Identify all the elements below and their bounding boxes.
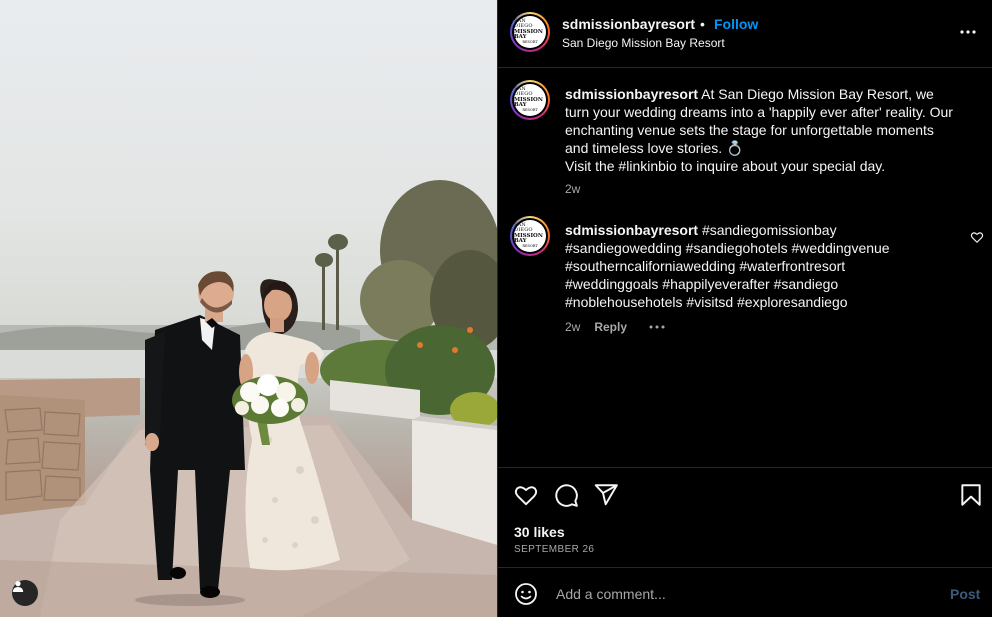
comment-meta: 2w Reply: [565, 320, 665, 334]
post-header: SAN DIEGO MISSION BAY RESORT sdmissionba…: [498, 0, 992, 68]
comment-text: sdmissionbayresort #sandiegomissionbay #…: [565, 221, 915, 311]
post-details-panel: SAN DIEGO MISSION BAY RESORT sdmissionba…: [497, 0, 992, 617]
user-tag-icon: [12, 581, 24, 592]
more-horizontal-icon: [649, 325, 665, 329]
bookmark-icon[interactable]: [958, 482, 984, 508]
emoji-icon[interactable]: [514, 582, 538, 606]
logo-line-3: RESORT: [522, 40, 538, 45]
header-location[interactable]: San Diego Mission Bay Resort: [562, 36, 725, 50]
reply-button[interactable]: Reply: [594, 320, 627, 334]
header-separator: •: [700, 16, 705, 32]
post-actions: 30 likes SEPTEMBER 26: [498, 467, 992, 567]
logo-line-3: RESORT: [522, 108, 538, 113]
comment-options-button[interactable]: [649, 325, 665, 329]
more-options-button[interactable]: [958, 22, 978, 42]
wedding-couple-photo: [0, 180, 497, 617]
post-date: SEPTEMBER 26: [514, 544, 595, 555]
caption-text: sdmissionbayresort At San Diego Mission …: [565, 85, 960, 175]
post-comment-button[interactable]: Post: [950, 586, 980, 602]
resort-logo: SAN DIEGO MISSION BAY RESORT: [514, 84, 546, 116]
caption-timestamp[interactable]: 2w: [565, 182, 580, 196]
caption-line-2: Visit the #linkinbio to inquire about yo…: [565, 158, 886, 174]
post-photo[interactable]: [0, 0, 497, 617]
header-username[interactable]: sdmissionbayresort: [562, 16, 695, 32]
add-comment-bar: Post: [498, 567, 992, 617]
comment-username[interactable]: sdmissionbayresort: [565, 222, 698, 238]
resort-logo: SAN DIEGO MISSION BAY RESORT: [514, 220, 546, 252]
follow-button[interactable]: Follow: [714, 16, 758, 32]
more-horizontal-icon: [960, 30, 976, 34]
comment-input[interactable]: [554, 580, 938, 608]
caption-meta: 2w: [565, 182, 580, 196]
comment-like-heart-icon[interactable]: [970, 230, 984, 244]
logo-line-3: RESORT: [522, 244, 538, 249]
caption-avatar[interactable]: SAN DIEGO MISSION BAY RESORT: [510, 80, 550, 120]
resort-logo: SAN DIEGO MISSION BAY RESORT: [514, 16, 546, 48]
caption-username[interactable]: sdmissionbayresort: [565, 86, 698, 102]
instagram-post-view: SAN DIEGO MISSION BAY RESORT sdmissionba…: [0, 0, 992, 617]
share-icon[interactable]: [593, 482, 619, 508]
comment-icon[interactable]: [553, 482, 579, 508]
likes-count[interactable]: 30 likes: [514, 524, 565, 540]
header-avatar[interactable]: SAN DIEGO MISSION BAY RESORT: [510, 12, 550, 52]
comment-timestamp[interactable]: 2w: [565, 320, 580, 334]
tagged-users-button[interactable]: [12, 580, 38, 606]
comment-avatar[interactable]: SAN DIEGO MISSION BAY RESORT: [510, 216, 550, 256]
heart-icon[interactable]: [513, 482, 539, 508]
